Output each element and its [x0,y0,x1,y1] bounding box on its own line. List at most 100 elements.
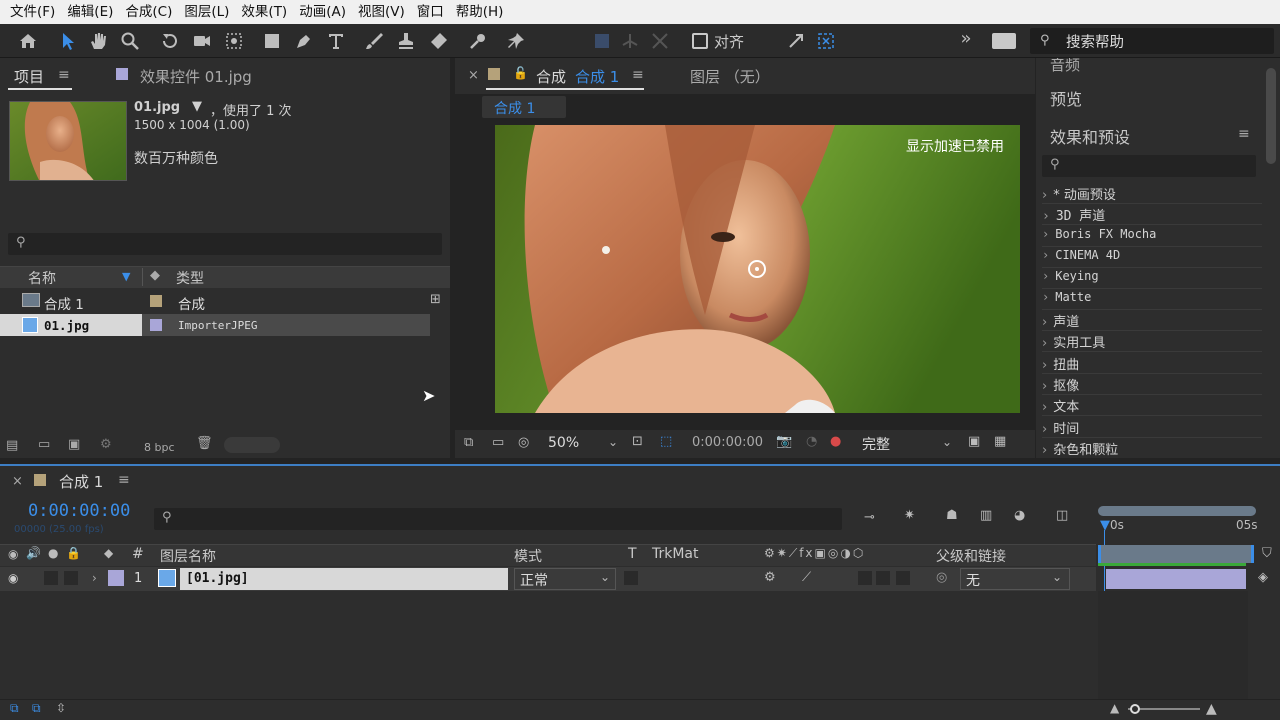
effect-category[interactable]: › 文本 [1042,396,1262,416]
panel-effects-presets[interactable]: 效果和预设 [1050,124,1130,148]
column-layer-name[interactable]: 图层名称 [160,546,216,566]
transfer-controls-icon[interactable]: ⧉ [32,701,41,716]
effect-category[interactable]: › Boris FX Mocha [1042,227,1262,247]
new-composition-icon[interactable]: ▣ [68,437,80,452]
menu-help[interactable]: 帮助(H) [450,0,510,24]
column-name[interactable]: 名称 [28,268,56,288]
composition-canvas[interactable] [495,125,1020,413]
column-parent[interactable]: 父级和链接 [936,546,1006,566]
roto-brush-icon[interactable] [466,30,490,52]
effect-category[interactable]: › 扭曲 [1042,354,1262,374]
puppet-pin-icon[interactable] [504,30,528,52]
tab-effects-controls[interactable]: 效果控件 01.jpg [140,66,252,87]
zoom-slider-handle[interactable] [1130,704,1140,714]
label-tag-icon[interactable]: ◆ [104,546,113,560]
menu-file[interactable]: 文件(F) [4,0,61,24]
zoom-icon[interactable] [118,30,142,52]
clone-stamp-icon[interactable] [394,30,418,52]
pen-icon[interactable] [292,30,316,52]
hand-icon[interactable] [86,30,110,52]
comp-marker-bin-icon[interactable]: ⛉ [1262,546,1272,561]
menu-animation[interactable]: 动画(A) [293,0,352,24]
bit-depth[interactable]: 8 bpc [144,441,175,454]
column-type[interactable]: 类型 [176,268,204,288]
show-snapshot-icon[interactable]: ◔ [806,434,817,449]
snapshot-camera-icon[interactable]: 📷 [776,434,792,449]
viewer-timecode[interactable]: 0:00:00:00 [692,435,763,450]
draft-3d-icon[interactable]: ✷ [904,508,915,523]
effect-category[interactable]: › 声道 [1042,311,1262,331]
motion-blur-icon[interactable]: ◕ [1014,508,1025,523]
expand-chevron-icon[interactable]: › [92,571,97,585]
quality-line-icon[interactable]: ⟋ [802,570,811,585]
effect-category[interactable]: › CINEMA 4D [1042,248,1262,268]
audio-icon[interactable]: 🔊 [26,546,41,560]
thumbnail-slider[interactable] [224,437,280,453]
eye-icon[interactable]: ◉ [8,547,18,561]
menu-composition[interactable]: 合成(C) [119,0,178,24]
always-preview-icon[interactable]: ⧉ [464,435,473,450]
local-axis-icon[interactable] [590,30,614,52]
menu-edit[interactable]: 编辑(E) [61,0,119,24]
timeline-track-area[interactable] [1098,591,1248,699]
lock-icon[interactable]: 🔓 [513,66,528,80]
playhead-icon[interactable]: ▼ [1100,518,1110,533]
effect-category[interactable]: › 杂色和颗粒 [1042,439,1262,459]
project-item-jpg[interactable]: 01.jpg ImporterJPEG [0,314,430,336]
region-of-interest-icon[interactable]: ⬚ [660,434,672,449]
preserve-transparency-toggle[interactable] [624,571,638,585]
work-area-bar[interactable] [1098,506,1256,516]
menu-view[interactable]: 视图(V) [352,0,411,24]
mask-visibility-icon[interactable]: ◎ [518,435,529,450]
pan-behind-icon[interactable] [222,30,246,52]
switch-toggle[interactable] [858,571,872,585]
panel-preview[interactable]: 预览 [1050,86,1082,110]
effect-category[interactable]: › 时间 [1042,418,1262,438]
column-mode[interactable]: 模式 [514,546,542,566]
brush-icon[interactable] [362,30,386,52]
footage-dropdown-icon[interactable]: ▼ [192,99,202,114]
tab-layer[interactable]: 图层 （无） [690,66,770,87]
tab-composition-name[interactable]: 合成 1 [575,66,619,87]
timeline-comp-tab[interactable]: 合成 1 [59,471,103,492]
expand-icon[interactable] [784,30,808,52]
pick-whip-icon[interactable]: ◎ [936,570,947,585]
close-icon[interactable]: × [12,474,23,489]
new-folder-icon[interactable]: ▭ [38,437,50,452]
project-settings-icon[interactable]: ⚙ [100,437,112,452]
project-search-input[interactable] [8,233,442,255]
shy-icon[interactable]: ⚙ [764,570,776,585]
in-out-duration-icon[interactable]: ⇳ [56,701,66,715]
snap-checkbox[interactable] [692,33,708,49]
effect-category[interactable]: › Matte [1042,290,1262,310]
column-trkmat[interactable]: TrkMat [652,546,699,562]
layer-label-swatch[interactable] [108,570,124,586]
lock-toggle[interactable] [64,571,78,585]
effect-category[interactable]: › 实用工具 [1042,332,1262,352]
menu-layer[interactable]: 图层(L) [178,0,235,24]
close-icon[interactable]: × [468,68,479,83]
timeline-search-input[interactable] [154,508,842,530]
rectangle-icon[interactable] [260,30,284,52]
grid-guides-icon[interactable]: ⊡ [632,434,643,449]
keyboard-icon[interactable] [992,33,1016,49]
menu-effect[interactable]: 效果(T) [235,0,293,24]
layer-switches-icon[interactable]: ⧉ [10,701,19,716]
switch-toggle[interactable] [876,571,890,585]
interpret-footage-icon[interactable]: ▤ [6,438,18,453]
comp-breadcrumb-label[interactable]: 合成 1 [494,98,535,118]
fast-previews-icon[interactable]: ▣ [968,434,980,449]
panel-menu-icon[interactable]: ≡ [632,67,644,83]
effect-category[interactable]: › 抠像 [1042,375,1262,395]
switch-toggle[interactable] [896,571,910,585]
monitor-icon[interactable]: ▭ [492,435,504,450]
zoom-out-icon[interactable]: ▲ [1110,701,1119,715]
channel-rgb-icon[interactable]: ● [830,434,841,449]
transparency-grid-icon[interactable]: ▦ [994,434,1006,449]
project-item-comp[interactable]: 合成 1 合成 [0,290,430,313]
shy-layers-icon[interactable]: ☗ [946,508,958,523]
delete-icon[interactable]: 🗑 [196,436,213,451]
effect-category[interactable]: › Keying [1042,269,1262,289]
flowchart-icon[interactable]: ⊞ [430,292,441,307]
home-icon[interactable] [16,30,40,52]
